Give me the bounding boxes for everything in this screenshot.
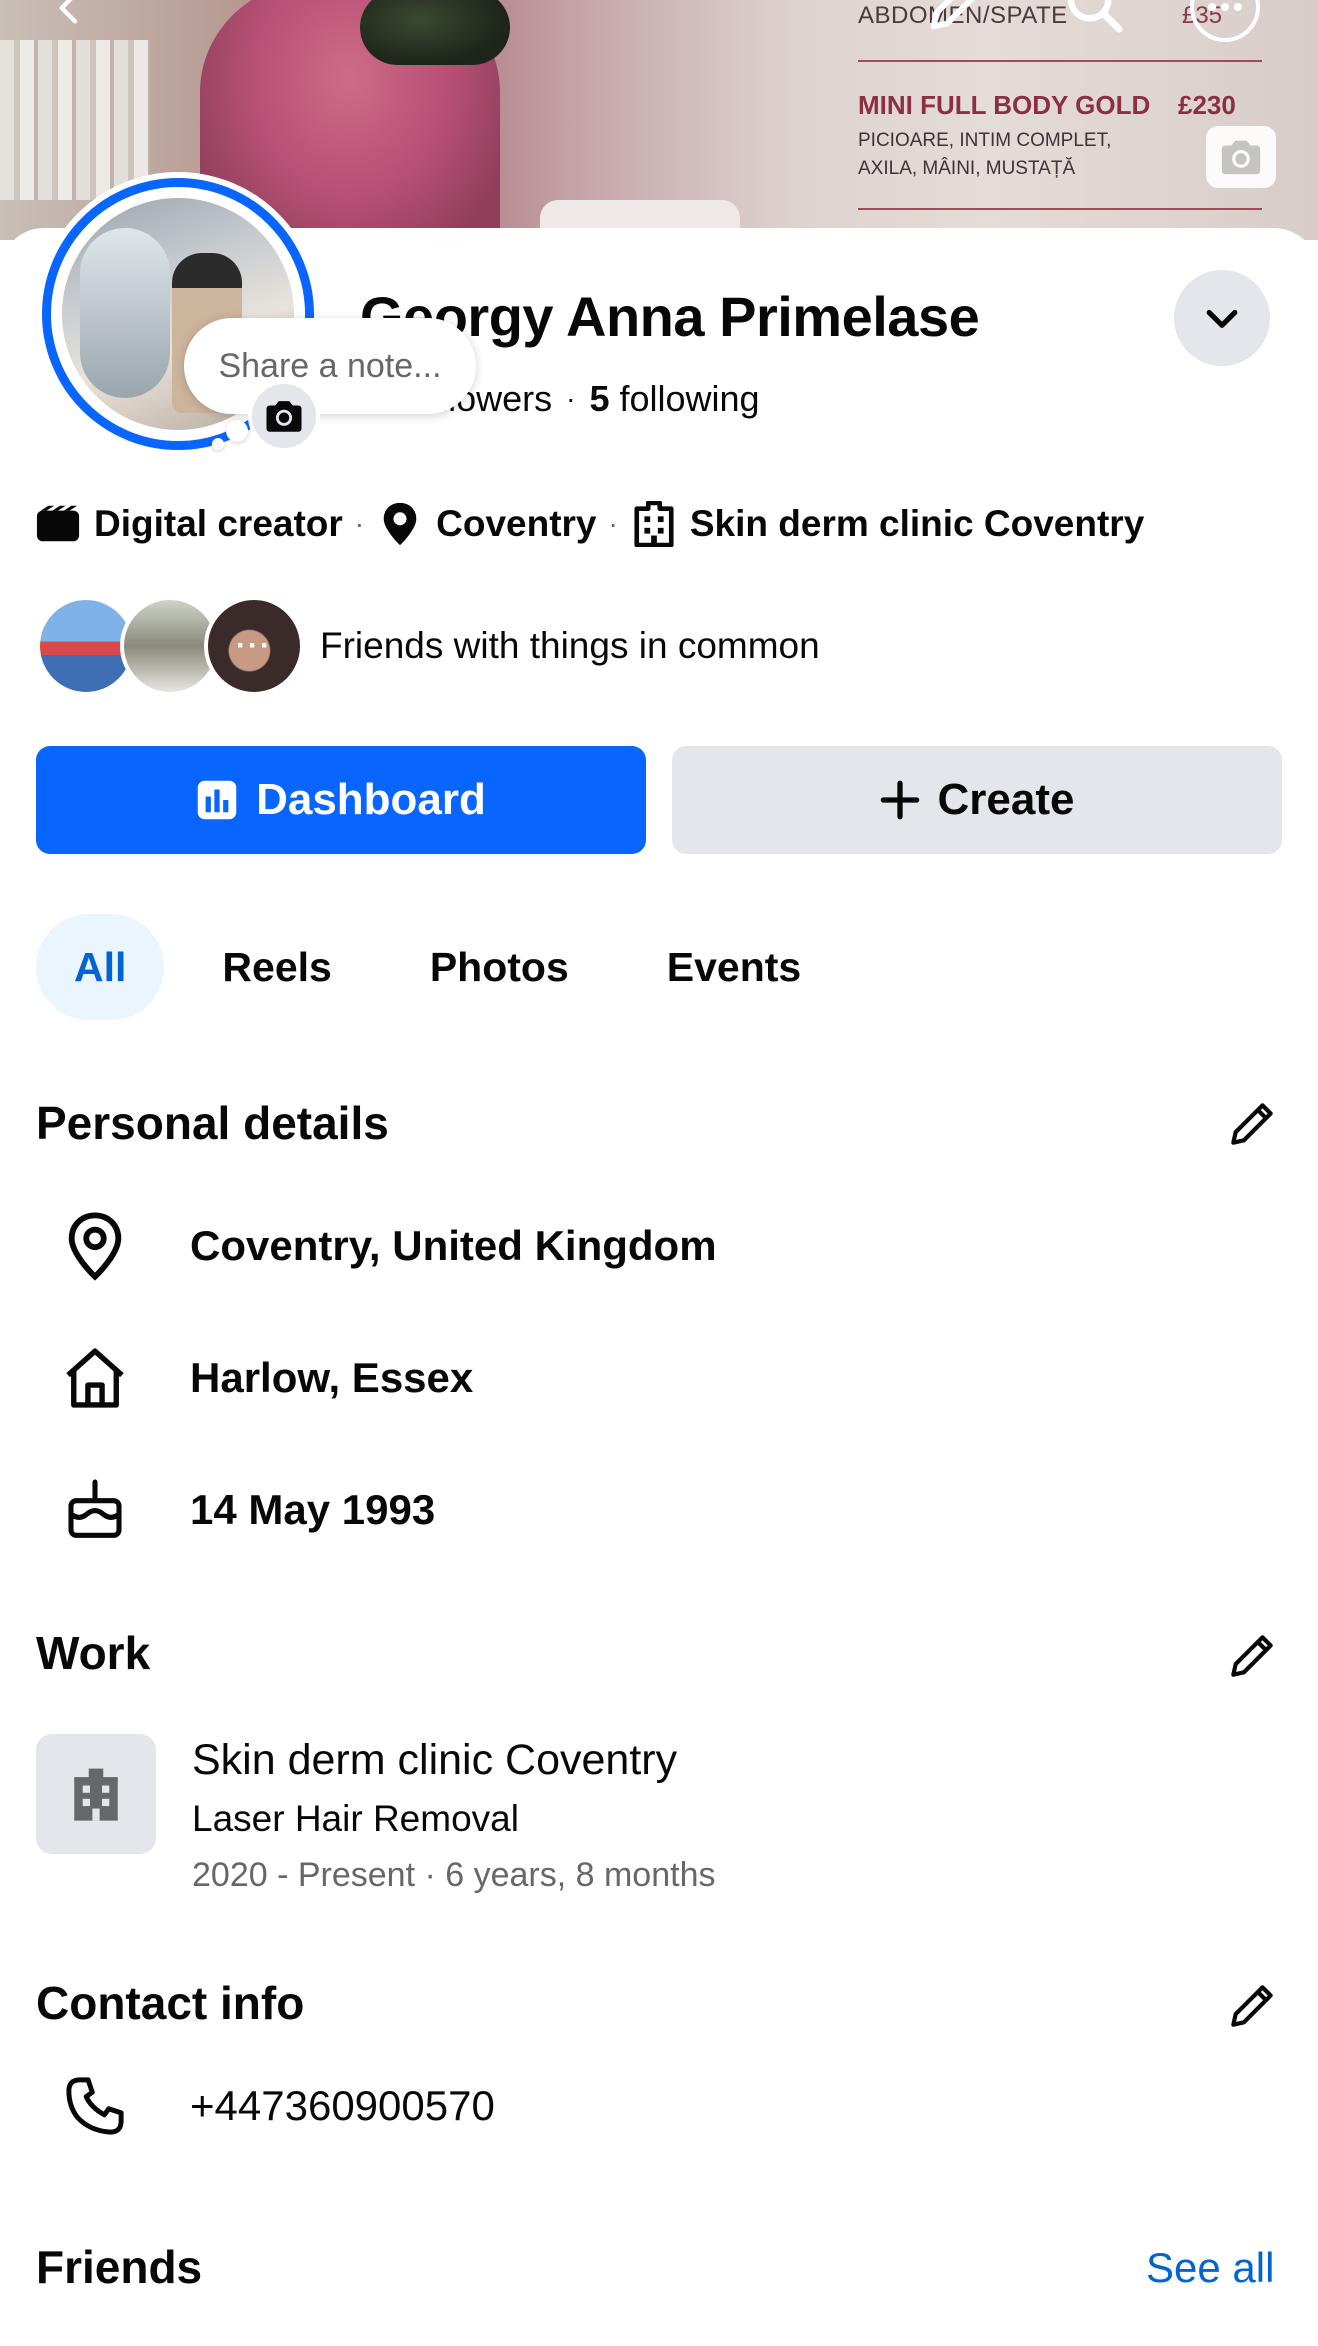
pencil-icon [1231,1635,1273,1677]
price-board-divider [858,208,1262,210]
chevron-down-icon [1206,309,1238,328]
camera-icon [266,401,302,432]
location-pin-icon [376,500,424,548]
cover-price-board: ABDOMEN/SPATE £35 MINI FULL BODY GOLD £2… [846,0,1266,240]
intro-location: Coventry [436,503,597,544]
dashboard-label: Dashboard [256,775,486,824]
search-icon [1067,0,1123,33]
price-board-desc-line1: PICIOARE, INTIM COMPLET, [858,130,1112,151]
birthday-cake-icon [36,1470,154,1550]
tab-all[interactable]: All [36,914,165,1020]
work-employer-logo[interactable] [36,1734,156,1854]
intro-row: Digital creator · Coventry · Skin derm c… [34,500,1144,548]
intro-workplace: Skin derm clinic Coventry [689,503,1145,544]
share-note-placeholder: Share a note... [218,346,442,385]
profile-tabs: All Reels Photos Events [36,914,859,1020]
pencil-icon [1231,1985,1273,2027]
tab-events[interactable]: Events [627,914,841,1020]
separator-dot: · [354,508,365,539]
more-dots: ··· [236,629,272,662]
hometown-row: Harlow, Essex [36,1338,473,1418]
following-count: 5 [589,378,610,419]
building-icon [74,1768,118,1821]
phone-number: +447360900570 [190,2082,495,2129]
video-icon [34,500,82,548]
mutual-friend-avatar-more: ··· [204,596,304,696]
birthday-text: 14 May 1993 [190,1486,436,1533]
work-dates: 2020 - Present · 6 years, 8 months [192,1856,716,1894]
home-icon [36,1338,154,1418]
birthday-row: 14 May 1993 [36,1470,435,1550]
tab-reels[interactable]: Reels [182,914,371,1020]
cover-shelf-decor [0,40,150,200]
edit-work-button[interactable] [1222,1626,1282,1686]
separator-dot: · [566,383,576,414]
profile-dropdown-button[interactable] [1174,270,1270,366]
back-icon [59,0,78,24]
camera-icon [1221,140,1261,175]
edit-cover-photo-button[interactable] [1206,126,1276,188]
phone-icon [36,2066,154,2146]
phone-row[interactable]: +447360900570 [36,2066,495,2146]
avatar-pod-figure [80,228,170,398]
plus-icon [880,780,919,820]
tab-photos[interactable]: Photos [390,914,609,1020]
location-pin-icon [36,1206,154,1286]
create-button[interactable]: Create [672,746,1282,854]
price-board-desc-line2: AXILA, MÂINI, MUSTAȚĂ [858,158,1076,179]
intro-category: Digital creator [94,503,343,544]
search-button[interactable] [1060,0,1130,40]
pencil-icon [930,0,975,30]
edit-profile-button[interactable] [920,0,990,40]
share-note-bubble[interactable]: Share a note... [184,318,476,414]
hometown-text: Harlow, Essex [190,1354,474,1401]
edit-avatar-button[interactable] [248,380,320,452]
price-board-price: £230 [1178,90,1236,120]
dashboard-icon [197,780,237,820]
more-icon [1208,2,1242,12]
current-city-row: Coventry, United Kingdom [36,1206,717,1286]
pencil-icon [1231,1103,1273,1145]
edit-personal-details-button[interactable] [1222,1094,1282,1154]
profile-card: Share a note... Georgy Anna Primelase 40… [0,172,1318,2346]
dashboard-button[interactable]: Dashboard [36,746,646,854]
edit-contact-info-button[interactable] [1222,1976,1282,2036]
separator-dot: · [608,508,618,539]
current-city-text: Coventry, United Kingdom [190,1222,717,1269]
price-board-title: MINI FULL BODY GOLD [858,90,1151,120]
price-board-divider [858,60,1262,62]
contact-info-title: Contact info [36,1977,305,2029]
building-icon [630,500,678,548]
work-position: Laser Hair Removal [192,1798,519,1839]
back-button[interactable] [42,0,98,36]
note-bubble-tail [212,438,224,450]
following-label: following [619,378,760,419]
note-bubble-tail [226,420,248,442]
cover-goggles-figure [360,0,510,65]
friends-title: Friends [36,2241,203,2293]
create-label: Create [937,775,1075,824]
work-employer-name[interactable]: Skin derm clinic Coventry [192,1736,677,1785]
friends-in-common-label: Friends with things in common [320,625,820,666]
work-title: Work [36,1627,151,1679]
personal-details-title: Personal details [36,1097,389,1149]
see-all-friends-link[interactable]: See all [1146,2244,1274,2292]
friends-in-common-row[interactable]: ··· Friends with things in common [36,596,820,696]
